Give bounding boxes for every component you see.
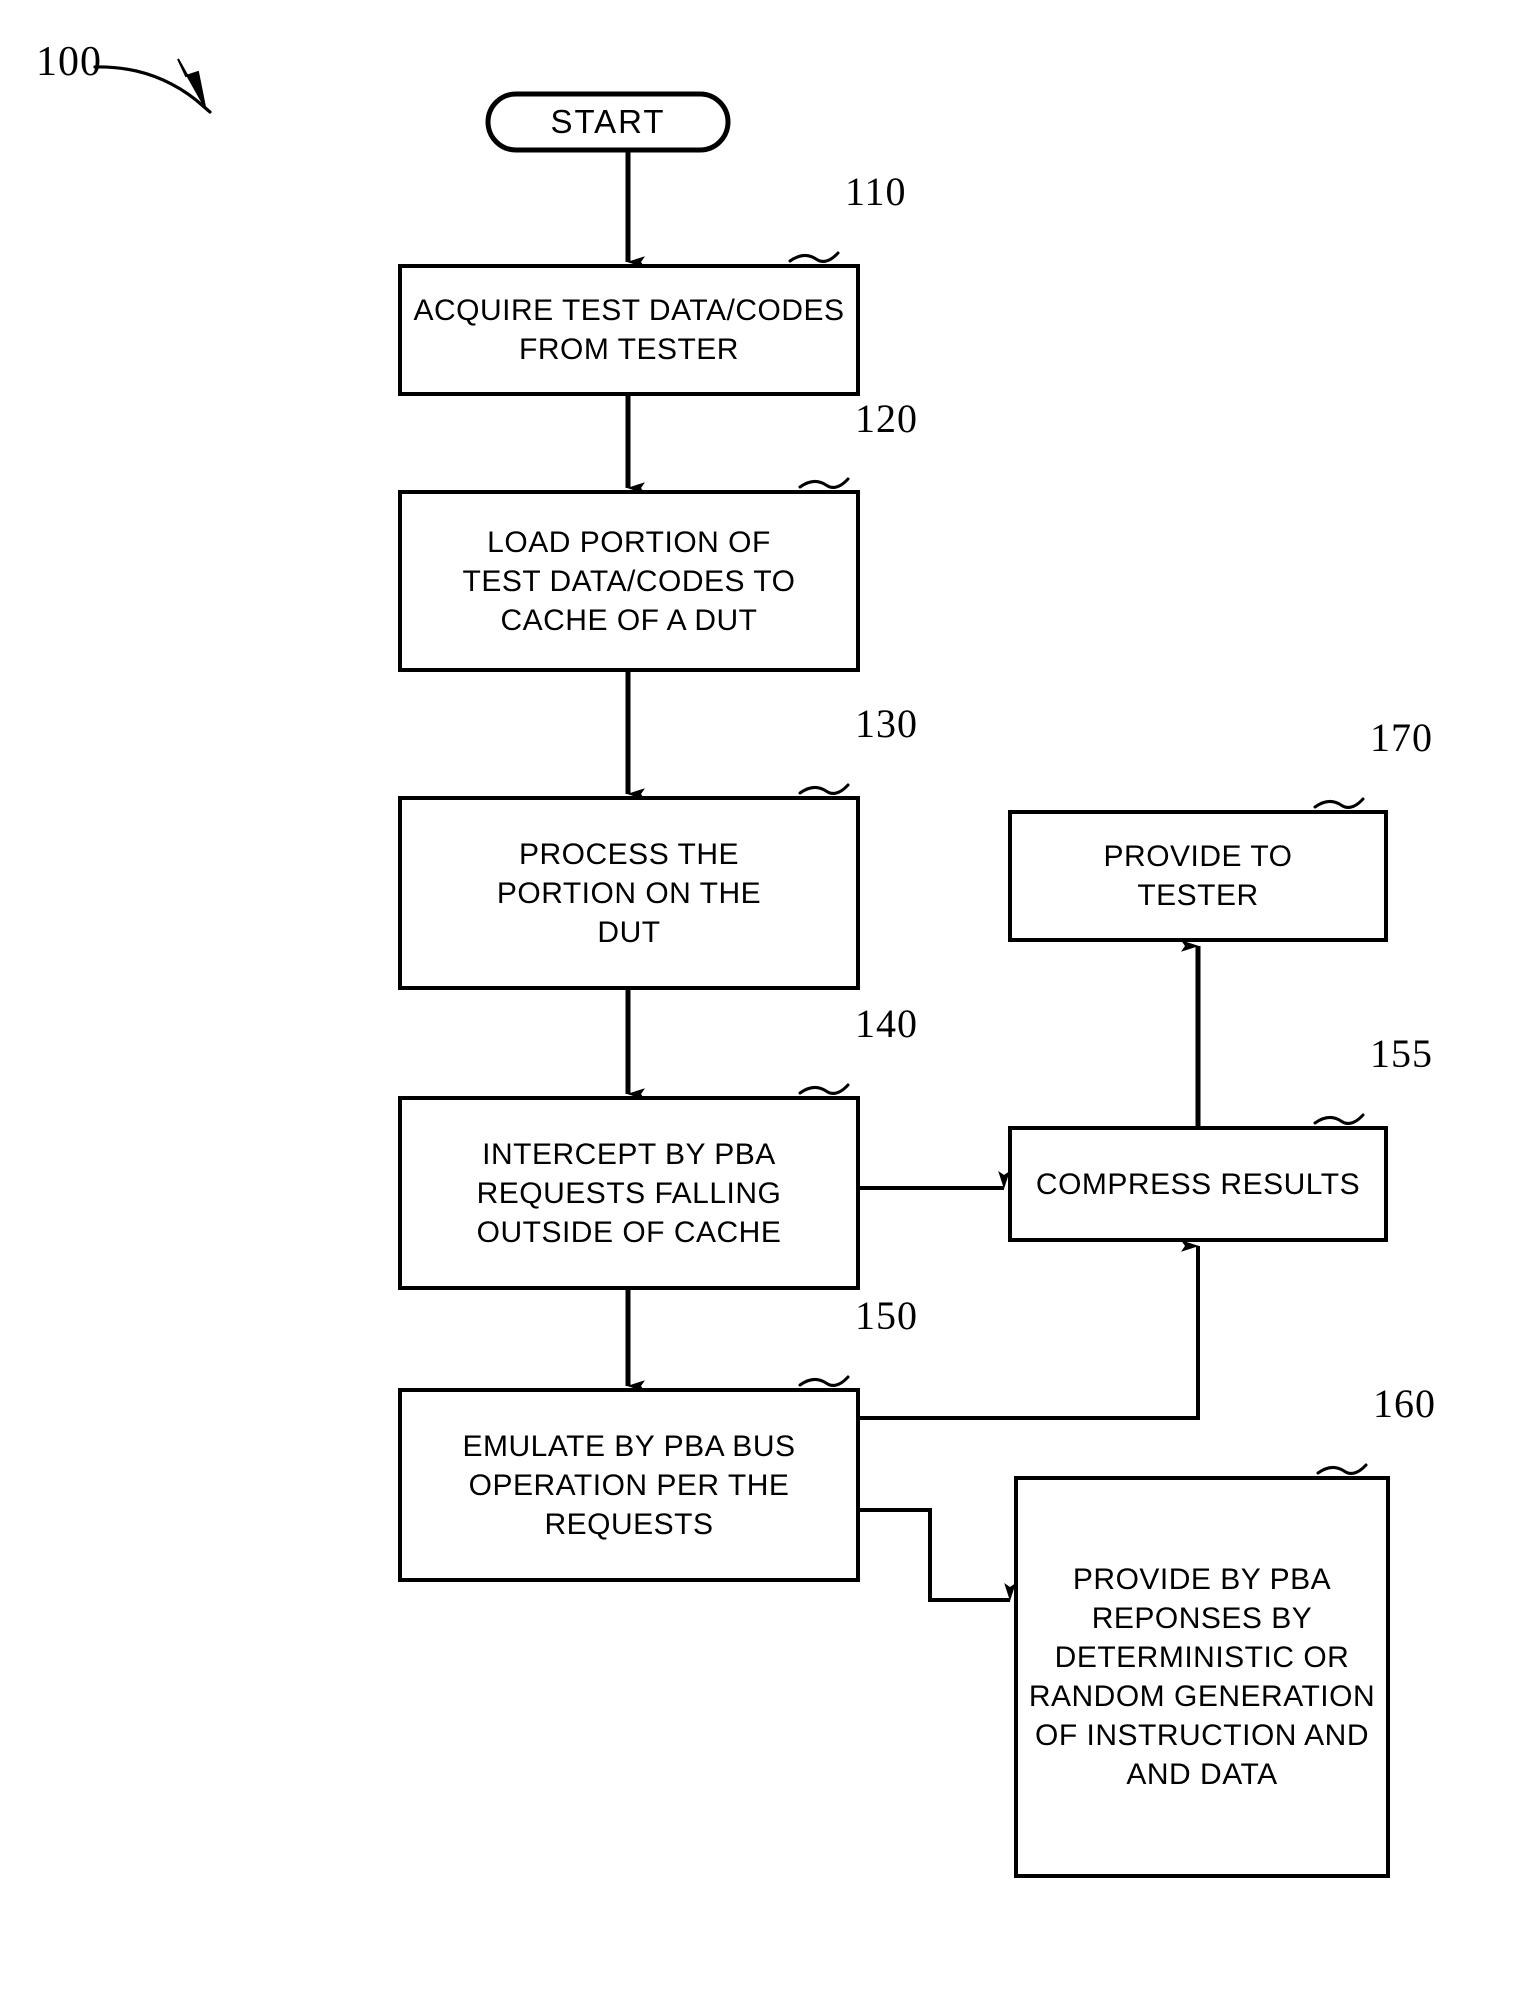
- ref-number-155: 155: [1370, 1031, 1433, 1076]
- flowchart-vector-layer: [93, 58, 1390, 1878]
- figure-number-leader: [93, 58, 212, 114]
- node-start-shape: [485, 91, 731, 153]
- ref-number-170: 170: [1370, 715, 1433, 760]
- node-process-shape: [398, 796, 860, 990]
- ref-number-160: 160: [1373, 1381, 1436, 1426]
- node-emulate-shape: [398, 1388, 860, 1582]
- node-provide-tester-shape: [1008, 810, 1388, 942]
- node-load-shape: [398, 490, 860, 672]
- edge-emulate-to-provide-pba: [858, 1508, 1016, 1602]
- ref-leader-140: [798, 1083, 850, 1095]
- ref-number-120: 120: [855, 396, 918, 441]
- ref-number-150: 150: [855, 1293, 918, 1338]
- node-intercept-shape: [398, 1096, 860, 1290]
- ref-leader-110: [788, 251, 840, 263]
- ref-leader-130: [798, 783, 850, 795]
- node-acquire-shape: [398, 264, 860, 396]
- ref-leader-155: [1313, 1113, 1365, 1125]
- ref-leader-120: [798, 477, 850, 489]
- node-provide-pba-shape: [1014, 1476, 1390, 1878]
- figure-number: 100: [36, 39, 102, 85]
- ref-leader-160: [1316, 1463, 1368, 1475]
- ref-leader-170: [1313, 797, 1365, 809]
- ref-leader-150: [798, 1375, 850, 1387]
- ref-number-110: 110: [845, 169, 907, 214]
- figure-canvas: 100 START ACQUIRE TEST DATA/CODES FROM T…: [0, 0, 1530, 1990]
- node-compress-shape: [1008, 1126, 1388, 1242]
- ref-number-130: 130: [855, 701, 918, 746]
- ref-number-140: 140: [855, 1001, 918, 1046]
